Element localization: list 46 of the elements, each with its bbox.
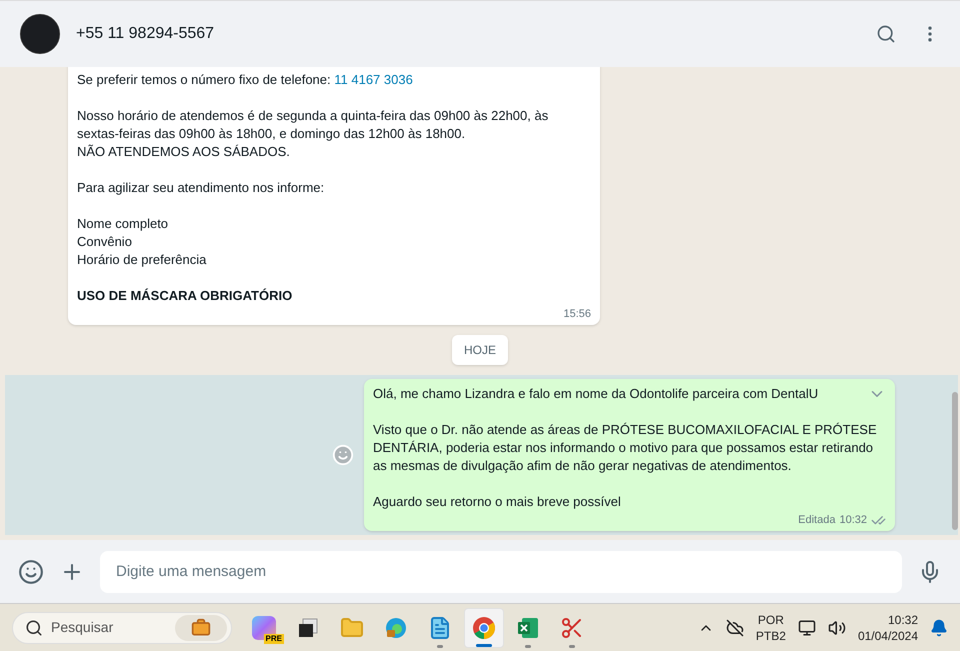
emoji-icon[interactable] [18,558,44,584]
taskbar-app[interactable]: PRE [244,608,284,648]
message-input[interactable]: Digite uma mensagem [100,550,902,592]
language-label[interactable]: POR [758,612,784,628]
bell-icon[interactable] [930,618,948,636]
message-text: Para agilizar seu atendimento nos informe: [77,179,326,197]
search-icon [25,618,43,636]
running-indicator [525,644,531,648]
folder-icon [340,616,364,640]
phone-link[interactable]: 11 4167 3036 [334,72,413,87]
contact-name[interactable]: +55 11 98294-5567 [76,22,214,46]
preview-badge: PRE [264,634,284,644]
message-text: Nosso horário de atendemos é de segunda a quinta-feira das 09h00 às 22h00, às sextas-feiras das 09h00 às 18h00, e domingo das 12h00 às 18h00. [77,107,550,143]
search-placeholder: Pesquisar [51,618,114,637]
message-text: Convênio [77,233,133,251]
clock-date[interactable]: 01/04/2024 [858,628,918,644]
message-time: 10:32 [839,513,867,528]
message-text: Olá, me chamo Lizandra e falo em nome da Odontolife parceira com DentalU [373,385,818,403]
edited-label: Editada [798,513,836,528]
running-indicator [569,644,575,648]
avatar[interactable] [20,14,60,54]
taskbar-search[interactable]: Pesquisar [12,612,232,644]
network-icon[interactable] [798,618,816,636]
message-text: Se preferir temos o número fixo de telefone: 11 4167 3036 [77,71,414,89]
task-view-icon [297,616,319,638]
message-row[interactable] [5,375,958,535]
message-time: 15:56 [563,307,591,322]
clock-time[interactable]: 10:32 [888,612,918,628]
search-icon[interactable] [876,24,896,44]
volume-icon[interactable] [828,618,846,636]
running-indicator [476,644,492,646]
message-text: Aguardo seu retorno o mais breve possível [373,493,622,511]
running-indicator [437,644,443,648]
spreadsheet-icon [516,616,540,640]
scrollbar-thumb[interactable] [952,392,958,530]
cloud-off-icon[interactable] [726,618,744,636]
date-chip: HOJE [452,335,508,365]
message-text: NÃO ATENDEMOS AOS SÁBADOS. [77,143,291,161]
briefcase-icon [175,614,227,640]
message-text: USO DE MÁSCARA OBRIGATÓRIO [77,287,294,305]
keyboard-layout-label[interactable]: PTB2 [756,628,786,644]
notepad-icon [428,616,452,640]
message-text: Nome completo [77,215,170,233]
scissors-icon [560,616,584,640]
message-text: Horário de preferência [77,251,208,269]
message-text: Visto que o Dr. não atende as áreas de PRÓTESE BUCOMAXILOFACIAL E PRÓTESE DENTÁRIA, poderia estar nos informando o motivo para que possamos estar retirando as mesmas de divulgação afim de não gerar negativas de atendimentos. [373,421,878,475]
